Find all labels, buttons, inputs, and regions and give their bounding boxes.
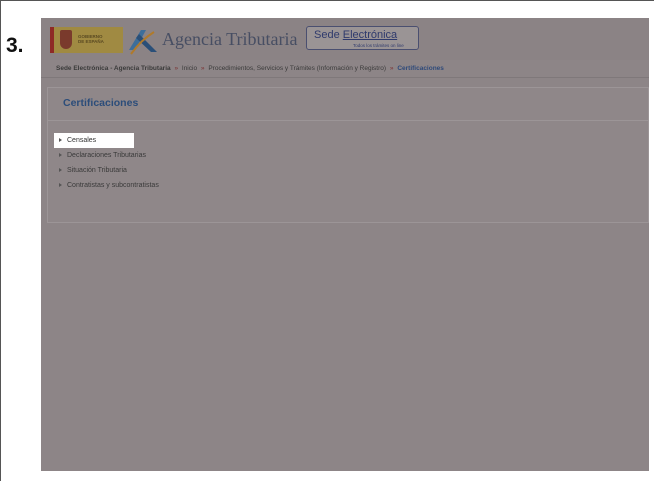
agency-title[interactable]: Agencia Tributaria (162, 29, 297, 50)
sede-subtitle: Todos los trámites on line (353, 43, 404, 48)
sede-electronica-logo[interactable]: Sede Electrónica Todos los trámites on l… (306, 26, 419, 50)
menu-item-censales[interactable]: Censales (54, 133, 134, 148)
breadcrumb-item-sede[interactable]: Sede Electrónica - Agencia Tributaria (56, 65, 171, 72)
panel-title: Certificaciones (63, 97, 139, 109)
menu-item-declaraciones-tributarias[interactable]: Declaraciones Tributarias (54, 148, 254, 163)
arrow-right-icon (59, 153, 62, 157)
panel-divider (48, 120, 648, 121)
breadcrumb-separator: » (200, 65, 205, 72)
arrow-right-icon (59, 138, 62, 142)
arrow-right-icon (59, 183, 62, 187)
site-header: GOBIERNO DE ESPAÑA Agencia Tributaria Se… (41, 18, 649, 60)
sede-prefix: Sede (314, 29, 343, 41)
menu-item-contratistas[interactable]: Contratistas y subcontratistas (54, 178, 254, 193)
sede-highlight: Electrónica (342, 29, 398, 41)
menu-item-label: Censales (67, 137, 97, 144)
certificaciones-menu: Censales Declaraciones Tributarias Situa… (54, 133, 254, 193)
breadcrumb-separator: » (174, 65, 179, 72)
menu-item-label: Contratistas y subcontratistas (67, 182, 159, 189)
arrow-right-icon (59, 168, 62, 172)
gov-logo-text: GOBIERNO DE ESPAÑA (78, 34, 104, 44)
gobierno-de-espana-logo[interactable]: GOBIERNO DE ESPAÑA (50, 27, 123, 53)
header-divider (41, 77, 649, 78)
step-number: 3. (6, 34, 24, 57)
breadcrumb-separator: » (389, 65, 394, 72)
browser-screen: GOBIERNO DE ESPAÑA Agencia Tributaria Se… (41, 18, 649, 471)
menu-item-label: Declaraciones Tributarias (67, 152, 146, 159)
certificaciones-panel: Certificaciones Censales Declaraciones T… (47, 87, 649, 223)
breadcrumb: Sede Electrónica - Agencia Tributaria » … (41, 62, 649, 76)
breadcrumb-item-current: Certificaciones (397, 65, 444, 72)
breadcrumb-item-procedimientos[interactable]: Procedimientos, Servicios y Trámites (In… (208, 65, 386, 72)
menu-item-label: Situación Tributaria (67, 167, 127, 174)
sede-title: Sede Electrónica (314, 29, 397, 41)
breadcrumb-item-inicio[interactable]: Inicio (182, 65, 197, 72)
agencia-tributaria-logo-icon[interactable] (127, 24, 159, 56)
menu-item-situacion-tributaria[interactable]: Situación Tributaria (54, 163, 254, 178)
coat-of-arms-icon (60, 30, 72, 49)
